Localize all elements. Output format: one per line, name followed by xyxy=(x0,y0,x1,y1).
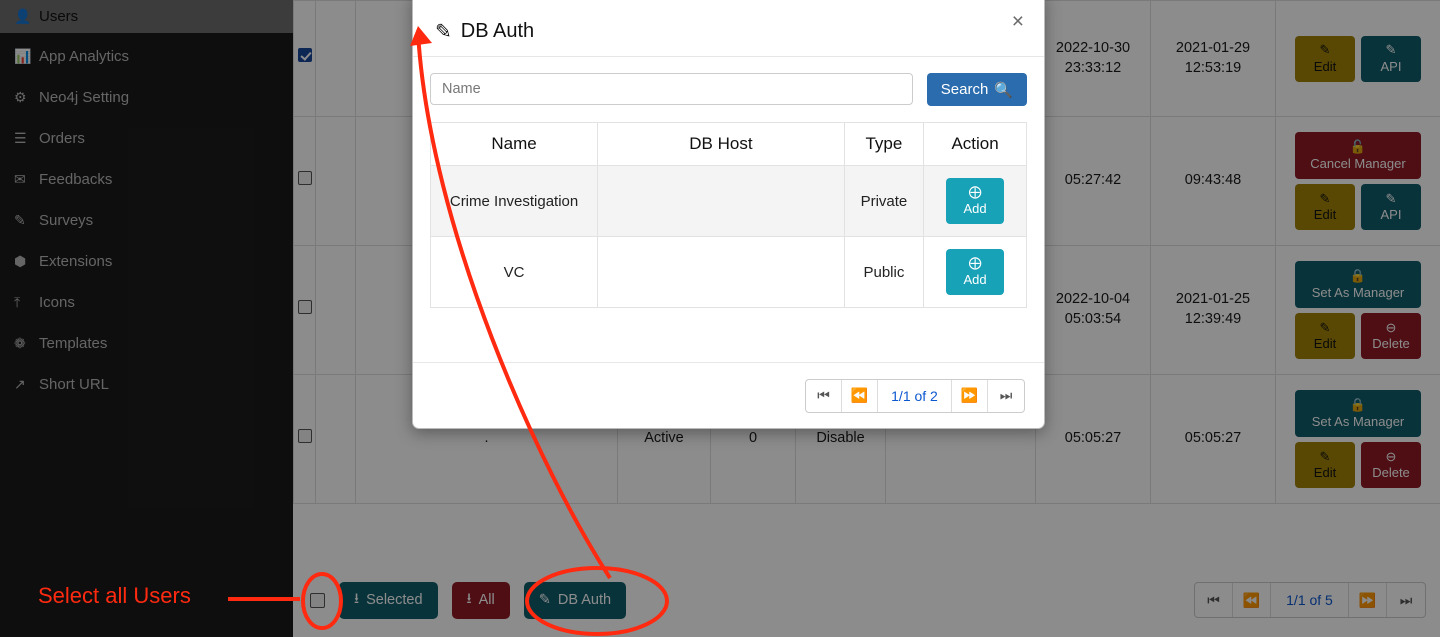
search-button-label: Search xyxy=(941,81,989,98)
search-button[interactable]: Search 🔍 xyxy=(927,73,1027,106)
search-input[interactable] xyxy=(430,73,913,105)
annotation-label-select-all: Select all Users xyxy=(38,583,191,609)
modal-footer: ⏮ ⏪ 1/1 of 2 ⏩ ⏭ xyxy=(413,362,1044,428)
db-name-cell: Crime Investigation xyxy=(431,166,598,237)
next-page-icon[interactable]: ⏩ xyxy=(952,380,988,412)
prev-page-icon[interactable]: ⏪ xyxy=(842,380,878,412)
db-name-cell: VC xyxy=(431,237,598,308)
db-type-cell: Private xyxy=(844,166,923,237)
modal-header: ✎ DB Auth × xyxy=(413,0,1044,57)
last-page-icon[interactable]: ⏭ xyxy=(988,380,1024,412)
modal-page-label: 1/1 of 2 xyxy=(878,380,952,412)
modal-pagination: ⏮ ⏪ 1/1 of 2 ⏩ ⏭ xyxy=(805,379,1025,413)
column-header-name: Name xyxy=(431,123,598,166)
magnifier-icon: 🔍 xyxy=(994,81,1013,99)
db-auth-table-row[interactable]: VC Public ⨁ Add xyxy=(431,237,1027,308)
plus-circle-icon: ⨁ xyxy=(969,184,982,201)
modal-title: DB Auth xyxy=(461,20,534,43)
db-type-cell: Public xyxy=(844,237,923,308)
first-page-icon[interactable]: ⏮ xyxy=(806,380,842,412)
db-auth-modal: ✎ DB Auth × Search 🔍 Name DB Host T xyxy=(412,0,1045,429)
add-button[interactable]: ⨁ Add xyxy=(946,178,1004,224)
db-host-cell xyxy=(598,237,845,308)
db-auth-table-header-row: Name DB Host Type Action xyxy=(431,123,1027,166)
add-button[interactable]: ⨁ Add xyxy=(946,249,1004,295)
add-button-label: Add xyxy=(963,201,986,218)
db-action-cell: ⨁ Add xyxy=(924,237,1027,308)
db-auth-table: Name DB Host Type Action Crime Investiga… xyxy=(430,122,1027,308)
plus-circle-icon: ⨁ xyxy=(969,255,982,272)
db-action-cell: ⨁ Add xyxy=(924,166,1027,237)
column-header-type: Type xyxy=(844,123,923,166)
application-root: 👤 Users 📊 App Analytics ⚙ Neo4j Setting … xyxy=(0,0,1440,637)
close-icon[interactable]: × xyxy=(1012,11,1024,32)
db-auth-table-row[interactable]: Crime Investigation Private ⨁ Add xyxy=(431,166,1027,237)
db-host-cell xyxy=(598,166,845,237)
column-header-action: Action xyxy=(924,123,1027,166)
column-header-db-host: DB Host xyxy=(598,123,845,166)
modal-search-row: Search 🔍 xyxy=(430,73,1027,106)
modal-body: Search 🔍 Name DB Host Type Action Cri xyxy=(413,57,1044,362)
add-button-label: Add xyxy=(963,272,986,289)
modal-title-group: ✎ DB Auth xyxy=(435,19,534,44)
edit-square-icon: ✎ xyxy=(435,19,452,44)
